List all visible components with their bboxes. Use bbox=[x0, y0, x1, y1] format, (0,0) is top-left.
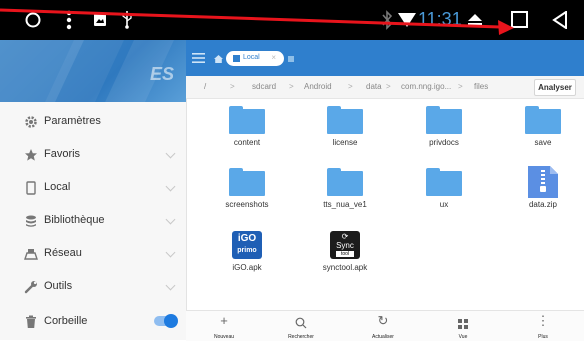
annotation-arrow bbox=[0, 8, 514, 35]
